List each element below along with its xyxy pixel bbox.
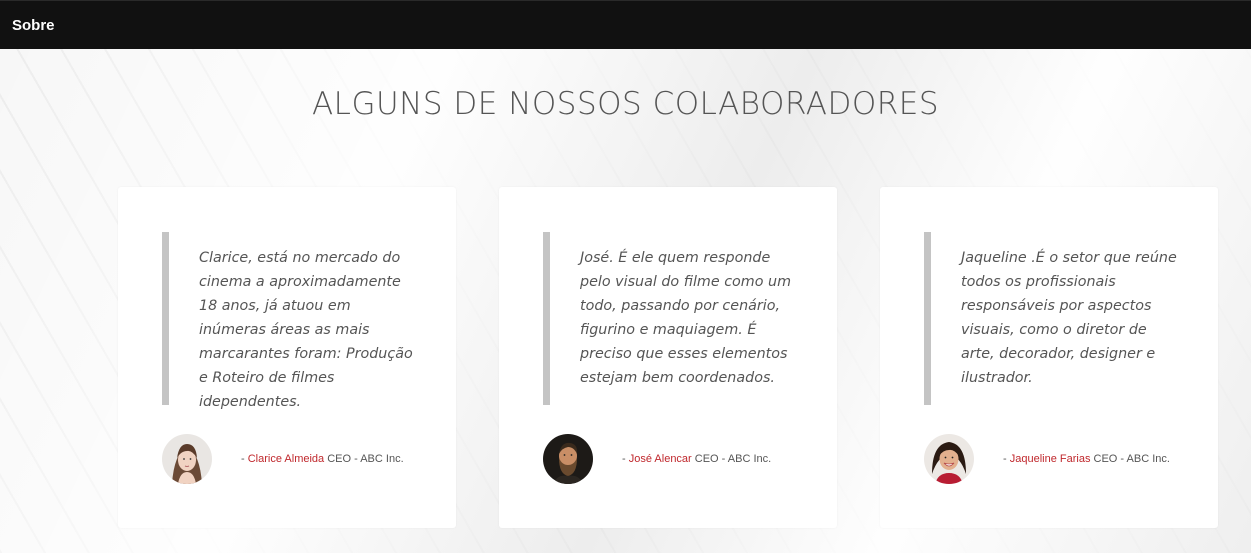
author-name-link[interactable]: José Alencar bbox=[629, 453, 692, 465]
testimonial-quote: Clarice, está no mercado do cinema a apr… bbox=[162, 232, 420, 410]
author-byline: - José Alencar CEO - ABC Inc. bbox=[622, 453, 771, 465]
byline-dash: - bbox=[1003, 453, 1010, 465]
author-byline: - Jaqueline Farias CEO - ABC Inc. bbox=[1003, 453, 1170, 465]
testimonials-list: Clarice, está no mercado do cinema a apr… bbox=[118, 187, 1219, 528]
testimonial-author: - Jaqueline Farias CEO - ABC Inc. bbox=[924, 434, 1194, 484]
byline-dash: - bbox=[622, 453, 629, 465]
author-role: CEO - ABC Inc. bbox=[1090, 453, 1170, 465]
testimonial-author: - Clarice Almeida CEO - ABC Inc. bbox=[162, 434, 432, 484]
bearded-man-portrait-icon bbox=[543, 434, 593, 484]
testimonial-author: - José Alencar CEO - ABC Inc. bbox=[543, 434, 813, 484]
author-name-link[interactable]: Jaqueline Farias bbox=[1010, 453, 1091, 465]
avatar bbox=[162, 434, 212, 484]
navbar: Sobre bbox=[0, 0, 1251, 49]
testimonial-card: Jaqueline .É o setor que reúne todos os … bbox=[880, 187, 1218, 528]
testimonial-quote: Jaqueline .É o setor que reúne todos os … bbox=[924, 232, 1182, 405]
byline-dash: - bbox=[241, 453, 248, 465]
section-title: ALGUNS DE NOSSOS COLABORADORES bbox=[311, 86, 940, 122]
avatar bbox=[924, 434, 974, 484]
woman-portrait-icon bbox=[162, 434, 212, 484]
testimonial-quote: José. É ele quem responde pelo visual do… bbox=[543, 232, 801, 405]
avatar bbox=[543, 434, 593, 484]
author-role: CEO - ABC Inc. bbox=[691, 453, 772, 465]
author-name-link[interactable]: Clarice Almeida bbox=[248, 453, 324, 465]
author-byline: - Clarice Almeida CEO - ABC Inc. bbox=[241, 453, 404, 465]
author-role: CEO - ABC Inc. bbox=[324, 453, 404, 465]
testimonial-card: Clarice, está no mercado do cinema a apr… bbox=[118, 187, 456, 528]
smiling-woman-portrait-icon bbox=[924, 434, 974, 484]
testimonial-card: José. É ele quem responde pelo visual do… bbox=[499, 187, 837, 528]
navbar-brand-link[interactable]: Sobre bbox=[12, 17, 55, 34]
